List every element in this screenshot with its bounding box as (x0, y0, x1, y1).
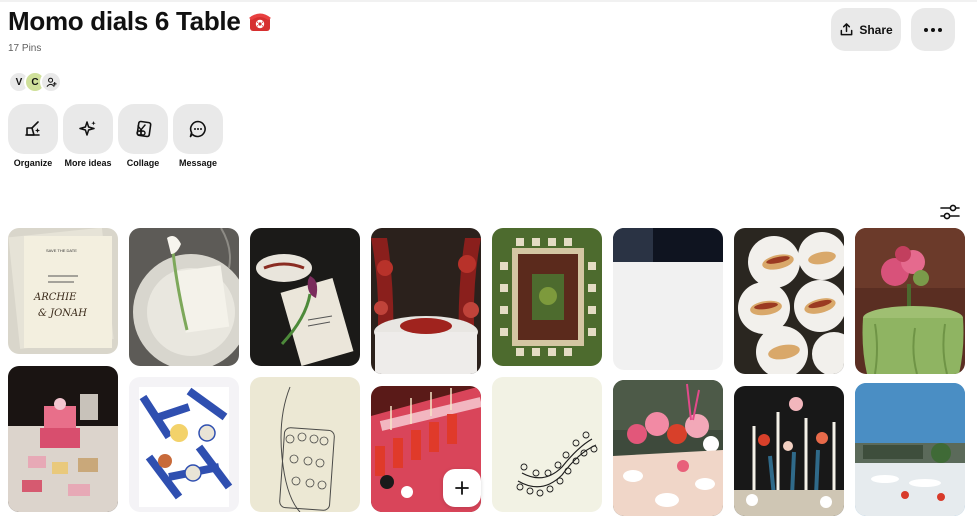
pin-lettering: & JONAH (38, 308, 87, 319)
collaborators: V C (8, 71, 62, 93)
organize-icon (25, 121, 40, 136)
pin-dark-table-purple-flower[interactable] (250, 228, 360, 366)
board-title: Momo dials 6 Table (8, 4, 273, 38)
top-divider (0, 0, 977, 2)
pin-save-the-date-card[interactable]: SAVE THE DATE ARCHIE & JONAH (8, 228, 118, 354)
add-pin-button[interactable] (443, 469, 481, 507)
sparkle-icon (79, 121, 96, 136)
pin-lettering: SAVE THE DATE (46, 248, 77, 253)
more-options-button[interactable] (911, 8, 955, 51)
share-icon (840, 23, 853, 36)
pin-white-plate-calla-lily[interactable] (129, 228, 239, 366)
collage-label: Collage (126, 158, 160, 168)
filter-button[interactable] (939, 203, 961, 221)
pin-pink-floral-table[interactable] (613, 380, 723, 516)
pin-lettering: ARCHIE (33, 292, 77, 303)
pin-hot-dogs-on-paper[interactable] (734, 228, 844, 374)
pin-cake-dessert-table[interactable] (8, 366, 118, 512)
more-ideas-button-bg[interactable] (63, 104, 113, 154)
more-ideas-label: More ideas (64, 158, 112, 168)
share-button[interactable]: Share (831, 8, 901, 51)
organize-button[interactable]: Organize (8, 104, 58, 168)
message-button[interactable]: Message (173, 104, 223, 168)
pins-count: 17 Pins (8, 43, 42, 54)
plus-icon (455, 481, 469, 495)
pin-outdoor-table-blue-sky[interactable] (855, 383, 965, 516)
board-actions: Organize More ideas Collage Message (8, 104, 223, 168)
pin-candles-flowers-table[interactable] (734, 386, 844, 516)
add-collaborator-button[interactable] (40, 71, 62, 93)
sliders-icon (940, 204, 960, 220)
add-person-icon (46, 77, 57, 87)
share-label: Share (859, 22, 893, 37)
collage-button-bg[interactable] (118, 104, 168, 154)
pin-curved-table-sketch[interactable] (492, 377, 602, 512)
ellipsis-icon (924, 27, 942, 32)
avatar-initial: C (31, 76, 39, 88)
pin-red-floral-round-table[interactable] (371, 228, 481, 374)
message-icon (189, 120, 206, 138)
pin-aerial-square-table[interactable] (492, 228, 602, 366)
organize-label: Organize (13, 158, 53, 168)
pin-blue-table-illustration[interactable] (129, 377, 239, 512)
telephone-icon (247, 8, 273, 34)
pin-table-sketch[interactable] (250, 377, 360, 512)
message-button-bg[interactable] (173, 104, 223, 154)
collage-icon (136, 120, 152, 138)
message-label: Message (178, 158, 218, 168)
more-ideas-button[interactable]: More ideas (63, 104, 113, 168)
pin-green-table-flowers[interactable] (855, 228, 965, 374)
avatar-initial: V (15, 76, 23, 88)
board-title-text: Momo dials 6 Table (8, 6, 241, 36)
pin-loading[interactable] (613, 228, 723, 370)
organize-button-bg[interactable] (8, 104, 58, 154)
collage-button[interactable]: Collage (118, 104, 168, 168)
